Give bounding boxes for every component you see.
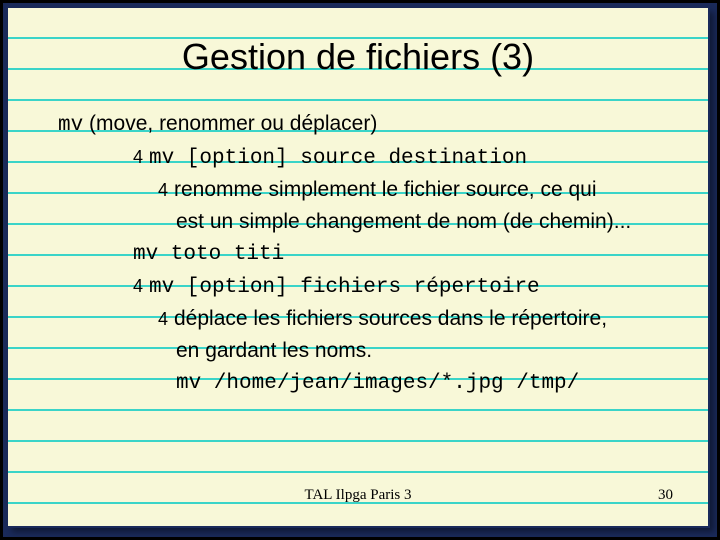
bullet-icon: 4 <box>133 271 149 302</box>
rename-desc-line2: est un simple changement de nom (de chem… <box>176 206 678 237</box>
rename-text-1: renomme simplement le fichier source, ce… <box>174 178 597 201</box>
bullet-icon: 4 <box>158 304 174 335</box>
slide-body: Gestion de fichiers (3) mv (move, renomm… <box>8 8 710 528</box>
syntax-text: mv [option] source destination <box>149 147 527 170</box>
rename-desc-line1: 4renomme simplement le fichier source, c… <box>158 174 678 206</box>
syntax-source-dest: 4mv [option] source destination <box>133 141 678 174</box>
example-move: mv /home/jean/images/*.jpg /tmp/ <box>176 366 678 399</box>
slide-frame: Gestion de fichiers (3) mv (move, renomm… <box>3 3 717 537</box>
footer-center: TAL Ilpga Paris 3 <box>8 487 708 504</box>
bullet-icon: 4 <box>158 175 174 206</box>
line-mv-desc: mv (move, renommer ou déplacer) <box>58 108 678 141</box>
move-text-1: déplace les fichiers sources dans le rép… <box>174 307 607 330</box>
syntax-files-dir: 4mv [option] fichiers répertoire <box>133 270 678 303</box>
move-desc-line2: en gardant les noms. <box>176 335 678 366</box>
example-rename: mv toto titi <box>133 237 678 270</box>
example-move-text: mv /home/jean/images/*.jpg /tmp/ <box>176 372 579 395</box>
move-desc-line1: 4déplace les fichiers sources dans le ré… <box>158 303 678 335</box>
cmd-mv: mv <box>58 114 83 137</box>
bullet-icon: 4 <box>133 142 149 173</box>
slide-title: Gestion de fichiers (3) <box>8 36 708 78</box>
syntax-files-dir-text: mv [option] fichiers répertoire <box>149 276 540 299</box>
slide-content: mv (move, renommer ou déplacer) 4mv [opt… <box>58 108 678 399</box>
cmd-mv-desc: (move, renommer ou déplacer) <box>83 112 377 135</box>
slide-number: 30 <box>658 487 673 504</box>
example-rename-text: mv toto titi <box>133 243 284 266</box>
